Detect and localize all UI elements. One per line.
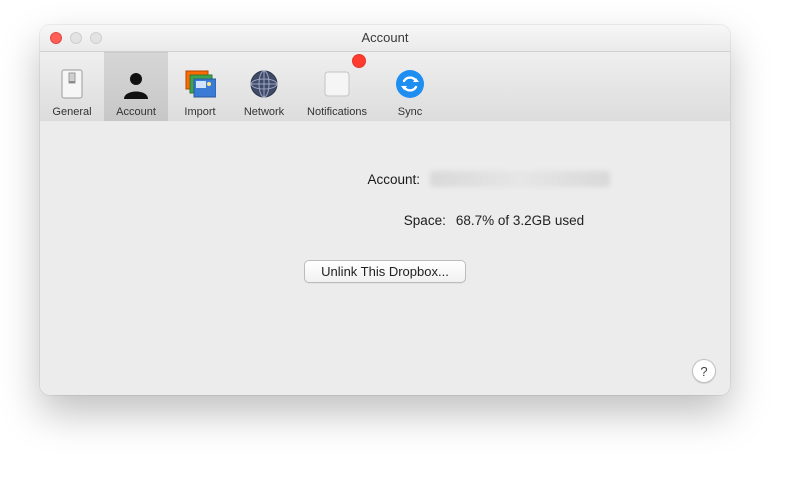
notification-tile-icon	[320, 67, 354, 101]
space-label: Space:	[186, 213, 456, 228]
tab-label: Account	[116, 106, 156, 118]
notification-badge	[352, 54, 366, 68]
window-title: Account	[40, 25, 730, 51]
titlebar: Account	[40, 25, 730, 52]
preferences-window: Account General Account	[40, 25, 730, 395]
close-window-button[interactable]	[50, 32, 62, 44]
globe-network-icon	[247, 67, 281, 101]
account-label: Account:	[160, 172, 430, 187]
tab-notifications[interactable]: Notifications	[296, 52, 378, 122]
minimize-window-button	[70, 32, 82, 44]
tab-label: Network	[244, 106, 284, 118]
zoom-window-button	[90, 32, 102, 44]
person-icon	[119, 67, 153, 101]
tab-import[interactable]: Import	[168, 52, 232, 122]
account-row: Account:	[160, 171, 610, 187]
space-row: Space: 68.7% of 3.2GB used	[186, 213, 584, 228]
unlink-dropbox-button[interactable]: Unlink This Dropbox...	[304, 260, 466, 283]
tab-label: Sync	[398, 106, 422, 118]
account-value-redacted	[430, 171, 610, 187]
switch-icon	[55, 67, 89, 101]
space-value: 68.7% of 3.2GB used	[456, 213, 584, 228]
tab-label: General	[52, 106, 91, 118]
tab-general[interactable]: General	[40, 52, 104, 122]
tab-label: Notifications	[307, 106, 367, 118]
tab-label: Import	[184, 106, 215, 118]
sync-icon	[393, 67, 427, 101]
tab-sync[interactable]: Sync	[378, 52, 442, 122]
preferences-toolbar: General Account Import	[40, 52, 730, 123]
tab-network[interactable]: Network	[232, 52, 296, 122]
photos-stack-icon	[183, 67, 217, 101]
help-button[interactable]: ?	[692, 359, 716, 383]
account-pane: Account: Space: 68.7% of 3.2GB used Unli…	[40, 121, 730, 395]
tab-account[interactable]: Account	[104, 52, 168, 122]
window-controls	[50, 32, 102, 44]
